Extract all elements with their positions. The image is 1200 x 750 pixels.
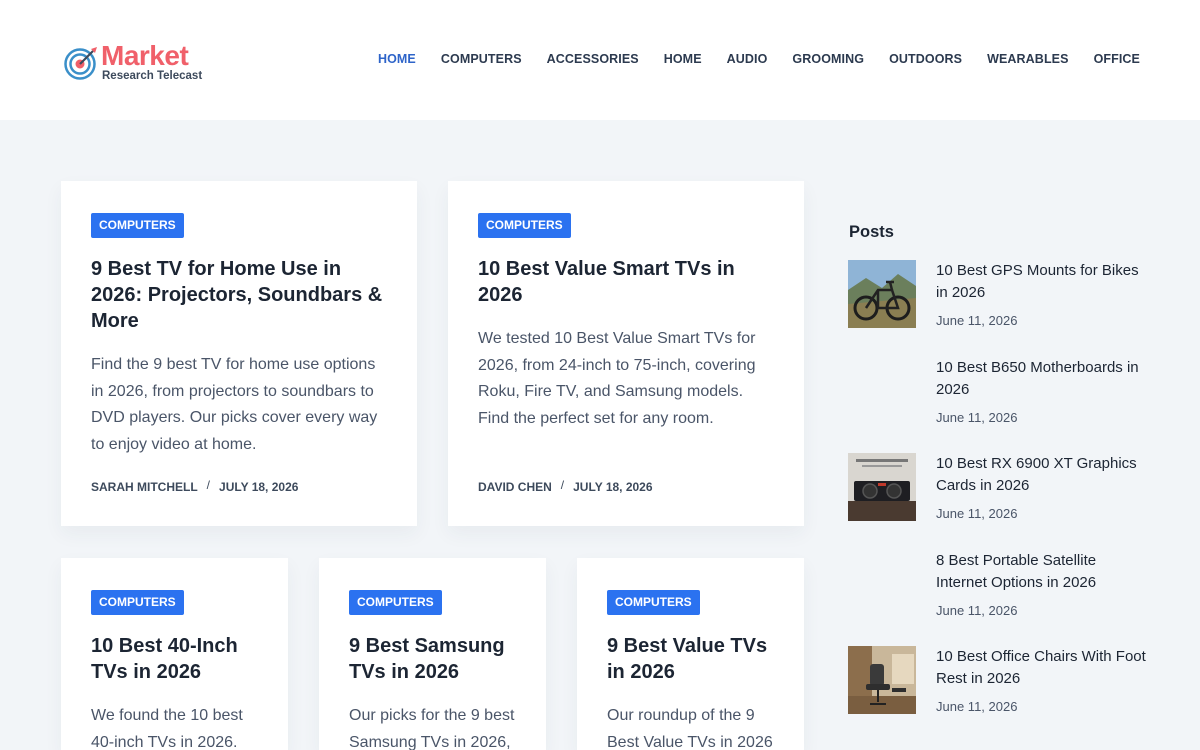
article-title[interactable]: 10 Best Value Smart TVs in 2026 bbox=[478, 256, 774, 308]
main-nav: HOME COMPUTERS ACCESSORIES HOME AUDIO GR… bbox=[353, 50, 1140, 68]
nav-item-accessories[interactable]: ACCESSORIES bbox=[547, 50, 639, 68]
meta-separator: / bbox=[560, 478, 565, 492]
article-excerpt: We found the 10 best 40-inch TVs in 2026… bbox=[91, 707, 243, 750]
article-meta: SARAH MITCHELL / JULY 18, 2026 bbox=[91, 478, 299, 494]
article-title[interactable]: 9 Best TV for Home Use in 2026: Projecto… bbox=[91, 256, 387, 334]
article-card: COMPUTERS 9 Best TV for Home Use in 2026… bbox=[61, 181, 417, 526]
sidebar-title: Posts bbox=[849, 223, 894, 241]
article-card: COMPUTERS 10 Best 40-Inch TVs in 2026 We… bbox=[61, 558, 288, 750]
article-title[interactable]: 10 Best 40-Inch TVs in 2026 bbox=[91, 633, 264, 685]
sidebar-post: 10 Best GPS Mounts for Bikes in 2026 Jun… bbox=[848, 260, 1148, 330]
article-title[interactable]: 9 Best Value TVs in 2026 bbox=[607, 633, 780, 685]
post-title[interactable]: 10 Best RX 6900 XT Graphics Cards in 202… bbox=[936, 453, 1146, 497]
site-logo[interactable]: Market Research Telecast bbox=[64, 40, 214, 86]
category-badge[interactable]: COMPUTERS bbox=[91, 590, 184, 615]
target-icon bbox=[64, 47, 97, 80]
post-title[interactable]: 10 Best B650 Motherboards in 2026 bbox=[936, 357, 1146, 401]
nav-item-computers[interactable]: COMPUTERS bbox=[441, 50, 522, 68]
post-date: June 11, 2026 bbox=[936, 506, 1018, 521]
author-link[interactable]: SARAH MITCHELL bbox=[91, 480, 198, 494]
article-excerpt: Find the 9 best TV for home use options … bbox=[91, 356, 378, 453]
nav-item-outdoors[interactable]: OUTDOORS bbox=[889, 50, 962, 68]
article-date: JULY 18, 2026 bbox=[219, 480, 299, 494]
nav-item-wearables[interactable]: WEARABLES bbox=[987, 50, 1068, 68]
logo-wordmark: Market bbox=[101, 40, 189, 71]
article-title[interactable]: 9 Best Samsung TVs in 2026 bbox=[349, 633, 522, 685]
post-title[interactable]: 10 Best GPS Mounts for Bikes in 2026 bbox=[936, 260, 1146, 304]
category-badge[interactable]: COMPUTERS bbox=[349, 590, 442, 615]
post-date: June 11, 2026 bbox=[936, 313, 1018, 328]
sidebar-post: 8 Best Portable Satellite Internet Optio… bbox=[848, 550, 1148, 620]
article-meta: DAVID CHEN / JULY 18, 2026 bbox=[478, 478, 653, 494]
category-badge[interactable]: COMPUTERS bbox=[478, 213, 571, 238]
author-link[interactable]: DAVID CHEN bbox=[478, 480, 552, 494]
post-title[interactable]: 10 Best Office Chairs With Foot Rest in … bbox=[936, 646, 1146, 690]
post-thumbnail-graphics-card[interactable] bbox=[848, 453, 916, 521]
bike-photo-icon bbox=[848, 260, 916, 328]
article-card: COMPUTERS 9 Best Samsung TVs in 2026 Our… bbox=[319, 558, 546, 750]
logo-tagline: Research Telecast bbox=[102, 70, 203, 82]
category-badge[interactable]: COMPUTERS bbox=[607, 590, 700, 615]
site-header: Market Research Telecast HOME COMPUTERS … bbox=[0, 0, 1200, 120]
article-date: JULY 18, 2026 bbox=[573, 480, 653, 494]
nav-item-audio[interactable]: AUDIO bbox=[727, 50, 768, 68]
nav-item-home-2[interactable]: HOME bbox=[664, 50, 702, 68]
meta-separator: / bbox=[206, 478, 211, 492]
article-excerpt: We tested 10 Best Value Smart TVs for 20… bbox=[478, 330, 756, 427]
post-date: June 11, 2026 bbox=[936, 410, 1018, 425]
graphics-card-photo-icon bbox=[848, 453, 916, 521]
office-chair-photo-icon bbox=[848, 646, 916, 714]
article-card: COMPUTERS 10 Best Value Smart TVs in 202… bbox=[448, 181, 804, 526]
sidebar-post: 10 Best B650 Motherboards in 2026 June 1… bbox=[848, 357, 1148, 427]
category-badge[interactable]: COMPUTERS bbox=[91, 213, 184, 238]
nav-item-grooming[interactable]: GROOMING bbox=[792, 50, 864, 68]
article-excerpt: Our roundup of the 9 Best Value TVs in 2… bbox=[607, 707, 773, 750]
post-date: June 11, 2026 bbox=[936, 699, 1018, 714]
post-title[interactable]: 8 Best Portable Satellite Internet Optio… bbox=[936, 550, 1146, 594]
sidebar-post: 10 Best RX 6900 XT Graphics Cards in 202… bbox=[848, 453, 1148, 523]
sidebar-post: 10 Best Office Chairs With Foot Rest in … bbox=[848, 646, 1148, 716]
post-thumbnail-office-chair[interactable] bbox=[848, 646, 916, 714]
post-date: June 11, 2026 bbox=[936, 603, 1018, 618]
nav-item-home[interactable]: HOME bbox=[378, 50, 416, 68]
post-thumbnail-bike[interactable] bbox=[848, 260, 916, 328]
nav-item-office[interactable]: OFFICE bbox=[1094, 50, 1140, 68]
article-card: COMPUTERS 9 Best Value TVs in 2026 Our r… bbox=[577, 558, 804, 750]
article-excerpt: Our picks for the 9 best Samsung TVs in … bbox=[349, 707, 515, 750]
